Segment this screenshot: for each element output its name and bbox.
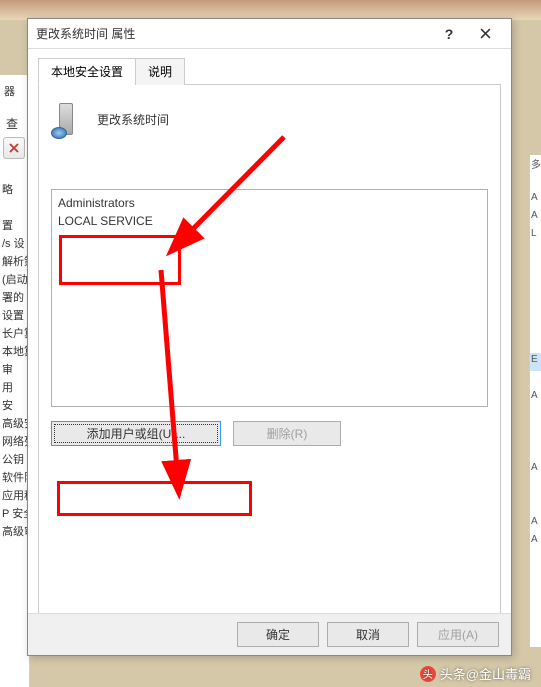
tree-item[interactable]: 网络列 — [0, 433, 29, 451]
right-panel-strip: 多 A A L E A A A A — [529, 155, 541, 647]
tree-item[interactable] — [0, 199, 29, 217]
tree-item[interactable]: 解析策 — [0, 253, 29, 271]
toolbar-close-button[interactable] — [3, 137, 25, 159]
tab-description[interactable]: 说明 — [135, 58, 185, 85]
list-entry[interactable]: LOCAL SERVICE — [58, 212, 481, 230]
tree-item[interactable]: 软件限 — [0, 469, 29, 487]
right-item — [530, 371, 541, 389]
left-panel-search-label: 查 — [6, 115, 18, 132]
right-item — [530, 407, 541, 425]
watermark-icon: 头 — [420, 666, 436, 682]
right-item — [530, 245, 541, 263]
tree-item[interactable]: 高级审 — [0, 523, 29, 541]
left-panel-label: 器 — [4, 83, 15, 99]
tab-strip: 本地安全设置 说明 — [38, 57, 501, 85]
tree-item[interactable]: 署的 — [0, 289, 29, 307]
right-item — [530, 443, 541, 461]
principals-listbox[interactable]: Administrators LOCAL SERVICE — [51, 189, 488, 407]
right-item: A — [530, 191, 541, 209]
titlebar: 更改系统时间 属性 ? — [28, 19, 511, 49]
tree-item[interactable]: 高级安 — [0, 415, 29, 433]
list-entry[interactable]: Administrators — [58, 194, 481, 212]
tree-item[interactable]: 审 — [0, 361, 29, 379]
left-panel-strip: 器 查 略 置 /s 设 解析策 (启动 署的 设置 长户算 本地算 审 用 安… — [0, 75, 30, 687]
tree-item[interactable]: 安 — [0, 397, 29, 415]
tree-item[interactable]: 应用程 — [0, 487, 29, 505]
right-item: A — [530, 533, 541, 551]
right-item: A — [530, 515, 541, 533]
tree-item[interactable]: 设置 — [0, 307, 29, 325]
add-user-or-group-button[interactable]: 添加用户或组(U)... — [51, 421, 221, 446]
tree-item[interactable]: /s 设 — [0, 235, 29, 253]
tree-item[interactable]: 长户算 — [0, 325, 29, 343]
right-item: 多 — [530, 155, 541, 173]
right-item — [530, 425, 541, 443]
apply-button: 应用(A) — [417, 622, 499, 647]
tree-item[interactable]: P 安全 — [0, 505, 29, 523]
tree-item[interactable]: 略 — [0, 181, 29, 199]
properties-dialog: 更改系统时间 属性 ? 本地安全设置 说明 更改系统时间 Administrat… — [27, 18, 512, 656]
right-item — [530, 173, 541, 191]
right-item — [530, 299, 541, 317]
right-item: E — [530, 353, 541, 371]
policy-icon — [51, 99, 85, 139]
annotation-highlight-add — [57, 481, 252, 516]
right-item: A — [530, 389, 541, 407]
tree-item[interactable]: (启动 — [0, 271, 29, 289]
right-item — [530, 479, 541, 497]
right-item — [530, 317, 541, 335]
help-button[interactable]: ? — [431, 22, 467, 46]
watermark-text: 头条@金山毒霸 — [440, 664, 531, 683]
right-item: L — [530, 227, 541, 245]
tab-content: 更改系统时间 Administrators LOCAL SERVICE 添加用户… — [38, 85, 501, 615]
right-item: A — [530, 461, 541, 479]
tree-item[interactable]: 用 — [0, 379, 29, 397]
tree-item[interactable]: 本地算 — [0, 343, 29, 361]
tree-item[interactable]: 公钥 — [0, 451, 29, 469]
dialog-title: 更改系统时间 属性 — [36, 25, 431, 42]
remove-button: 删除(R) — [233, 421, 341, 446]
policy-title: 更改系统时间 — [97, 111, 169, 128]
close-button[interactable] — [467, 22, 503, 46]
right-item — [530, 335, 541, 353]
right-item: A — [530, 209, 541, 227]
dialog-button-bar: 确定 取消 应用(A) — [28, 613, 511, 655]
tab-local-security[interactable]: 本地安全设置 — [38, 58, 136, 85]
right-item — [530, 281, 541, 299]
right-item — [530, 263, 541, 281]
cancel-button[interactable]: 取消 — [327, 622, 409, 647]
ok-button[interactable]: 确定 — [237, 622, 319, 647]
right-item — [530, 497, 541, 515]
tree-item[interactable]: 置 — [0, 217, 29, 235]
watermark: 头 头条@金山毒霸 — [420, 664, 531, 683]
